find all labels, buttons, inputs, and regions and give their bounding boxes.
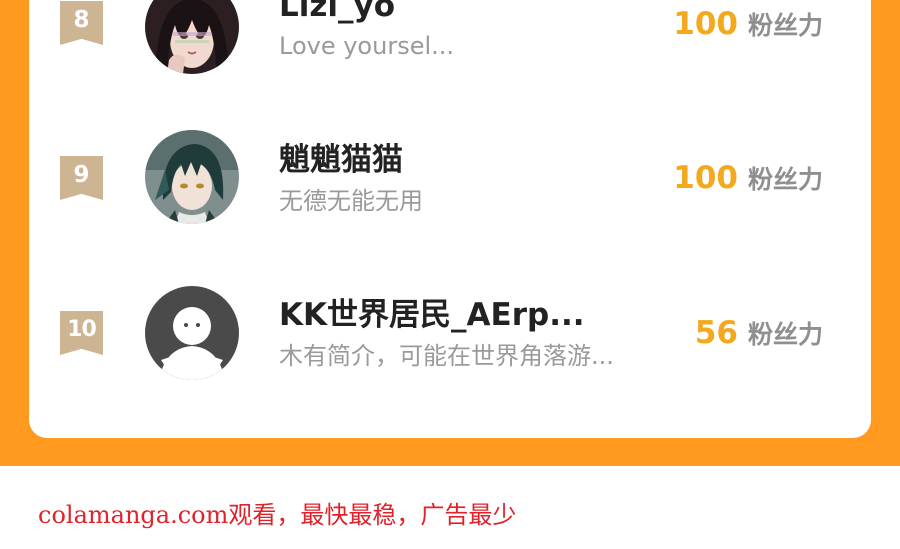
fans-power: 100 粉丝力	[673, 160, 823, 201]
fans-count: 100	[673, 160, 738, 196]
user-bio: Love yoursel...	[279, 32, 455, 60]
avatar[interactable]	[145, 286, 239, 380]
fans-power: 56 粉丝力	[695, 315, 823, 356]
ranking-row[interactable]: 10 KK世界居民_AErp... 木有简介，可能在世界角落游... 56 粉丝力	[29, 280, 871, 390]
ranking-row[interactable]: 8 Lizi_yo Love yoursel... 100 粉丝力	[29, 0, 871, 80]
user-bio: 木有简介，可能在世界角落游...	[279, 342, 614, 370]
default-user-avatar-icon	[145, 286, 239, 380]
avatar[interactable]	[145, 0, 239, 74]
avatar[interactable]	[145, 130, 239, 224]
anime-boy-avatar-icon	[145, 130, 239, 224]
watermark-text: colamanga.com观看，最快最稳，广告最少	[38, 501, 517, 529]
user-name[interactable]: KK世界居民_AErp...	[279, 297, 585, 333]
fans-label: 粉丝力	[747, 320, 823, 349]
user-name[interactable]: 魈魈猫猫	[279, 142, 403, 178]
fans-count: 100	[673, 6, 738, 42]
user-name[interactable]: Lizi_yo	[279, 0, 395, 24]
user-bio: 无德无能无用	[279, 187, 423, 215]
fans-label: 粉丝力	[747, 11, 823, 40]
fans-power: 100 粉丝力	[673, 6, 823, 47]
rank-badge: 9	[60, 156, 103, 200]
page: 8 Lizi_yo Love yoursel... 100 粉丝力 9 魈魈猫猫…	[0, 0, 900, 549]
rank-badge: 8	[60, 1, 103, 45]
ranking-card: 8 Lizi_yo Love yoursel... 100 粉丝力 9 魈魈猫猫…	[29, 0, 871, 438]
anime-girl-avatar-icon	[145, 0, 239, 74]
fans-label: 粉丝力	[747, 165, 823, 194]
rank-badge: 10	[60, 311, 103, 355]
ranking-row[interactable]: 9 魈魈猫猫 无德无能无用 100 粉丝力	[29, 125, 871, 235]
fans-count: 56	[694, 315, 738, 351]
